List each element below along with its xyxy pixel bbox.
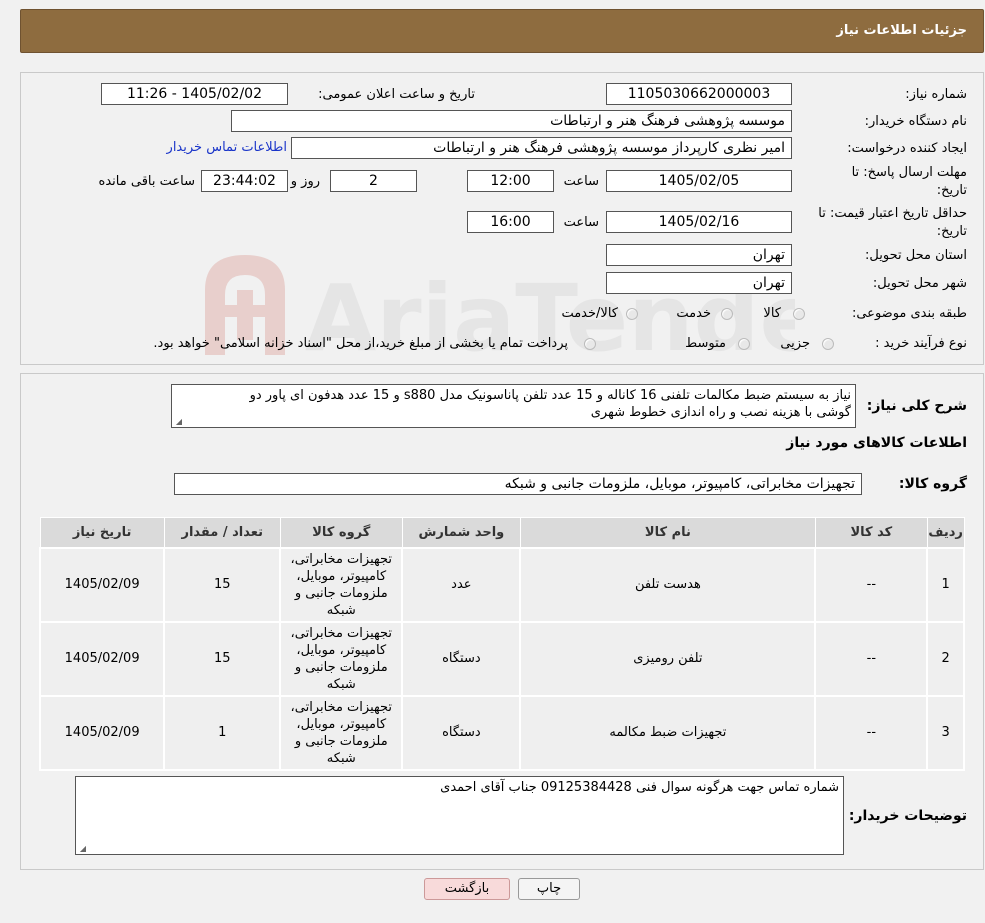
creator-label: ایجاد کننده درخواست: <box>847 141 967 156</box>
col-header-unit: واحد شمارش <box>401 517 521 548</box>
back-button[interactable]: بازگشت <box>424 878 510 900</box>
creator-field: امیر نظری کارپرداز موسسه پژوهشی فرهنگ هن… <box>291 137 792 159</box>
print-button[interactable]: چاپ <box>518 878 580 900</box>
table-row: 3 -- تجهیزات ضبط مکالمه دستگاه تجهیزات م… <box>38 694 965 771</box>
col-header-name: نام کالا <box>519 517 816 548</box>
remaining-time-label: ساعت باقی مانده <box>98 174 195 189</box>
cell-name: هدست تلفن <box>519 546 817 623</box>
cell-date: 1405/02/09 <box>38 620 166 697</box>
cell-qty: 15 <box>163 546 282 623</box>
buyer-org-label: نام دستگاه خریدار: <box>864 114 967 129</box>
col-header-row: ردیف <box>926 517 965 548</box>
col-header-qty: تعداد / مقدار <box>163 517 281 548</box>
cell-row: 1 <box>926 546 965 623</box>
category-option-service: خدمت <box>676 306 711 321</box>
validity-label-date: تاریخ: <box>936 224 967 239</box>
cell-date: 1405/02/09 <box>38 694 166 771</box>
category-radio-goods-service[interactable] <box>626 308 638 320</box>
cell-unit: دستگاه <box>401 694 522 771</box>
table-row: 1 -- هدست تلفن عدد تجهیزات مخابراتی، کام… <box>38 546 965 623</box>
deadline-label: مهلت ارسال پاسخ: تا <box>851 165 967 180</box>
buyer-notes-textarea[interactable]: شماره تماس جهت هرگونه سوال فنی 091253844… <box>75 776 844 855</box>
process-option-medium: متوسط <box>685 336 726 351</box>
need-number-field: 1105030662000003 <box>606 83 792 105</box>
cell-code: -- <box>814 694 929 771</box>
goods-group-field: تجهیزات مخابراتی، کامپیوتر، موبایل، ملزو… <box>174 473 862 495</box>
validity-label: حداقل تاریخ اعتبار قیمت: تا <box>818 206 967 221</box>
cell-unit: دستگاه <box>401 620 522 697</box>
deadline-time-label: ساعت <box>563 174 599 189</box>
page-title: جزئیات اطلاعات نیاز <box>836 23 967 38</box>
validity-time-label: ساعت <box>563 215 599 230</box>
table-row: 2 -- تلفن رومیزی دستگاه تجهیزات مخابراتی… <box>38 620 965 697</box>
col-header-group: گروه کالا <box>279 517 403 548</box>
validity-time-field: 16:00 <box>467 211 554 233</box>
deadline-date-field: 1405/02/05 <box>606 170 792 192</box>
days-remaining-field: 2 <box>330 170 417 192</box>
cell-unit: عدد <box>401 546 522 623</box>
col-header-code: کد کالا <box>814 517 928 548</box>
announce-label: تاریخ و ساعت اعلان عمومی: <box>318 87 475 102</box>
cell-qty: 15 <box>163 620 282 697</box>
cell-date: 1405/02/09 <box>38 546 166 623</box>
buyer-notes-text: شماره تماس جهت هرگونه سوال فنی 091253844… <box>440 780 839 795</box>
resize-grip-icon[interactable]: ◢ <box>174 418 182 426</box>
page-header: جزئیات اطلاعات نیاز <box>20 9 984 53</box>
process-radio-treasury[interactable] <box>584 338 596 350</box>
need-number-label: شماره نیاز: <box>905 87 967 102</box>
goods-group-label: گروه کالا: <box>898 476 967 492</box>
province-field: تهران <box>606 244 792 266</box>
category-radio-goods[interactable] <box>793 308 805 320</box>
cell-group: تجهیزات مخابراتی، کامپیوتر، موبایل، ملزو… <box>279 694 404 771</box>
items-table-header: ردیف کد کالا نام کالا واحد شمارش گروه کا… <box>39 517 965 548</box>
summary-textarea[interactable]: نیاز به سیستم ضبط مکالمات تلفنی 16 کانال… <box>171 384 856 428</box>
cell-group: تجهیزات مخابراتی، کامپیوتر، موبایل، ملزو… <box>279 620 404 697</box>
cell-row: 3 <box>926 694 965 771</box>
remaining-time-field: 23:44:02 <box>201 170 288 192</box>
deadline-label-date: تاریخ: <box>936 183 967 198</box>
announce-field: 1405/02/02 - 11:26 <box>101 83 288 105</box>
process-radio-medium[interactable] <box>738 338 750 350</box>
summary-line-1: نیاز به سیستم ضبط مکالمات تلفنی 16 کانال… <box>249 388 851 403</box>
days-label: روز و <box>290 174 320 189</box>
cell-code: -- <box>814 546 929 623</box>
resize-grip-icon[interactable]: ◢ <box>78 845 86 853</box>
cell-code: -- <box>814 620 929 697</box>
validity-date-field: 1405/02/16 <box>606 211 792 233</box>
cell-row: 2 <box>926 620 965 697</box>
cell-name: تجهیزات ضبط مکالمه <box>519 694 817 771</box>
cell-name: تلفن رومیزی <box>519 620 817 697</box>
process-label: نوع فرآیند خرید : <box>875 336 967 351</box>
category-option-goods: کالا <box>763 306 781 321</box>
cell-group: تجهیزات مخابراتی، کامپیوتر، موبایل، ملزو… <box>279 546 404 623</box>
goods-info-title: اطلاعات کالاهای مورد نیاز <box>786 435 967 451</box>
province-label: استان محل تحویل: <box>865 248 967 263</box>
category-option-goods-service: کالا/خدمت <box>561 306 618 321</box>
buyer-contact-link[interactable]: اطلاعات تماس خریدار <box>167 140 287 155</box>
items-table: ردیف کد کالا نام کالا واحد شمارش گروه کا… <box>38 517 965 771</box>
process-radio-minor[interactable] <box>822 338 834 350</box>
summary-line-2: گوشی با هزینه نصب و راه اندازی خطوط شهری <box>590 405 851 420</box>
city-label: شهر محل تحویل: <box>872 276 967 291</box>
buyer-notes-label: توضیحات خریدار: <box>848 808 967 824</box>
deadline-time-field: 12:00 <box>467 170 554 192</box>
process-note: پرداخت تمام یا بخشی از مبلغ خرید،از محل … <box>153 336 568 351</box>
cell-qty: 1 <box>163 694 282 771</box>
summary-label: شرح کلی نیاز: <box>866 398 967 414</box>
category-radio-service[interactable] <box>721 308 733 320</box>
category-label: طبقه بندی موضوعی: <box>851 306 967 321</box>
city-field: تهران <box>606 272 792 294</box>
buyer-org-field: موسسه پژوهشی فرهنگ هنر و ارتباطات <box>231 110 792 132</box>
col-header-date: تاریخ نیاز <box>39 517 165 548</box>
process-option-minor: جزیی <box>780 336 810 351</box>
